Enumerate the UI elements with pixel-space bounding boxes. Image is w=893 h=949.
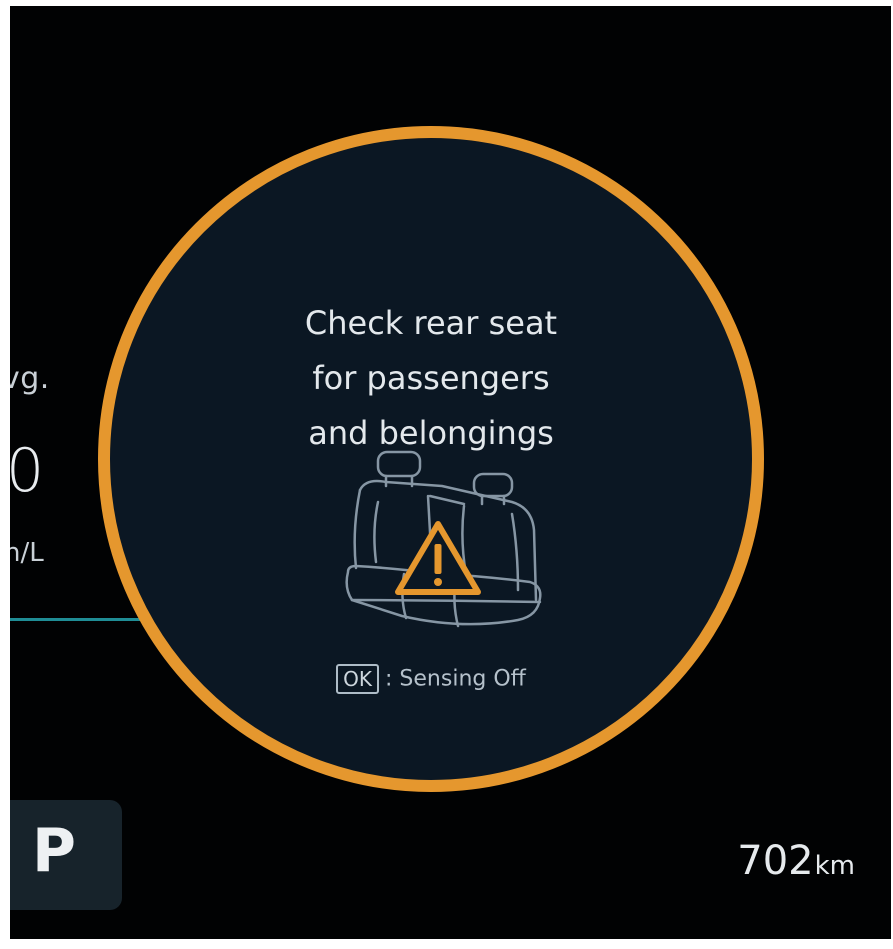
alert-message-line-1: Check rear seat: [304, 304, 558, 342]
alert-triangle-icon: [395, 521, 481, 595]
range-unit: km: [814, 851, 855, 881]
gear-indicator: P: [32, 816, 76, 886]
sensing-off-hint: OK: Sensing Off: [110, 664, 752, 694]
headrest-right: [472, 472, 514, 498]
rear-seat-warning-icon: [345, 450, 542, 628]
fuel-economy-label: vg.: [10, 361, 50, 396]
sensing-off-text: : Sensing Off: [385, 666, 526, 692]
fuel-economy-value: 0: [10, 436, 45, 506]
ok-key-badge[interactable]: OK: [336, 664, 380, 694]
range-value: 702: [737, 838, 814, 884]
rear-seat-alert-popup: Check rear seat for passengers and belon…: [98, 126, 764, 792]
headrest-left: [376, 450, 422, 478]
range-readout: 702km: [737, 838, 855, 884]
fuel-economy-divider: [10, 618, 160, 621]
fuel-economy-unit: n/L: [10, 538, 44, 568]
instrument-cluster-display: vg. 0 n/L P 702km Check rear seat for pa…: [10, 6, 891, 939]
alert-message-line-2: for passengers: [312, 359, 550, 397]
